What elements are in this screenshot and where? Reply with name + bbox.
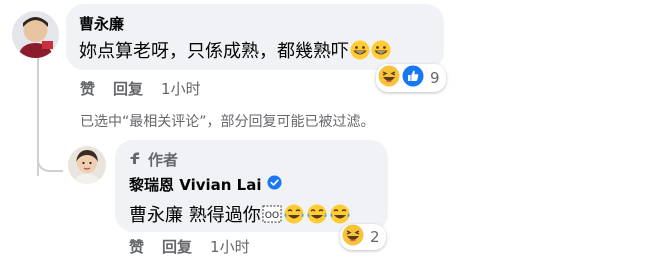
reaction-count: 9 bbox=[430, 69, 440, 87]
boxed-oo-emoji-icon: OO bbox=[262, 205, 282, 228]
author-badge: 作者 bbox=[129, 149, 178, 170]
haha-reaction-icon bbox=[342, 224, 364, 250]
commenter-avatar[interactable] bbox=[12, 11, 59, 58]
reply-text-content: 熟得過你 bbox=[188, 205, 261, 226]
grinning-emoji-icon bbox=[371, 40, 391, 65]
reply-avatar[interactable] bbox=[68, 146, 106, 184]
filter-note: 已选中“最相关评论”，部分回复可能已被过滤。 bbox=[80, 114, 375, 130]
comment-reactions[interactable]: 9 bbox=[376, 64, 446, 92]
reply-author-row: 黎瑞恩 Vivian Lai bbox=[129, 174, 283, 195]
comment-text: 妳点算老呀，只係成熟，都幾熟吓 bbox=[79, 37, 391, 65]
reply-button[interactable]: 回复 bbox=[113, 78, 143, 99]
reply-text: 曹永廉 熟得過你 OO bbox=[129, 201, 351, 230]
haha-reaction-icon bbox=[378, 65, 400, 91]
tears-of-joy-emoji-icon bbox=[306, 203, 328, 230]
reaction-count: 2 bbox=[370, 228, 380, 246]
comment-actions: 赞 回复 1小时 bbox=[80, 78, 201, 99]
like-button[interactable]: 赞 bbox=[80, 78, 95, 99]
mention-link[interactable]: 曹永廉 bbox=[129, 205, 183, 226]
author-badge-icon bbox=[129, 151, 143, 169]
tears-of-joy-emoji-icon bbox=[283, 203, 305, 230]
like-button[interactable]: 赞 bbox=[129, 236, 144, 257]
reply-bubble: 作者 黎瑞恩 Vivian Lai 曹永廉 熟得過你 OO bbox=[115, 140, 388, 232]
reply-reactions[interactable]: 2 bbox=[340, 224, 386, 250]
comment-text-content: 妳点算老呀，只係成熟，都幾熟吓 bbox=[79, 41, 349, 62]
thread-connector bbox=[37, 150, 63, 172]
reply-timestamp[interactable]: 1小时 bbox=[210, 236, 250, 257]
comment-timestamp[interactable]: 1小时 bbox=[161, 78, 201, 99]
svg-text:OO: OO bbox=[265, 211, 279, 221]
verified-badge-icon bbox=[267, 175, 283, 194]
reply-author[interactable]: 黎瑞恩 Vivian Lai bbox=[129, 174, 261, 195]
grinning-emoji-icon bbox=[350, 40, 370, 65]
comment-author[interactable]: 曹永廉 bbox=[79, 13, 124, 34]
author-badge-label: 作者 bbox=[148, 151, 179, 169]
comment-bubble: 曹永廉 妳点算老呀，只係成熟，都幾熟吓 bbox=[66, 4, 444, 70]
reply-button[interactable]: 回复 bbox=[162, 236, 192, 257]
reply-actions: 赞 回复 1小时 bbox=[129, 236, 250, 257]
like-reaction-icon bbox=[402, 65, 424, 91]
